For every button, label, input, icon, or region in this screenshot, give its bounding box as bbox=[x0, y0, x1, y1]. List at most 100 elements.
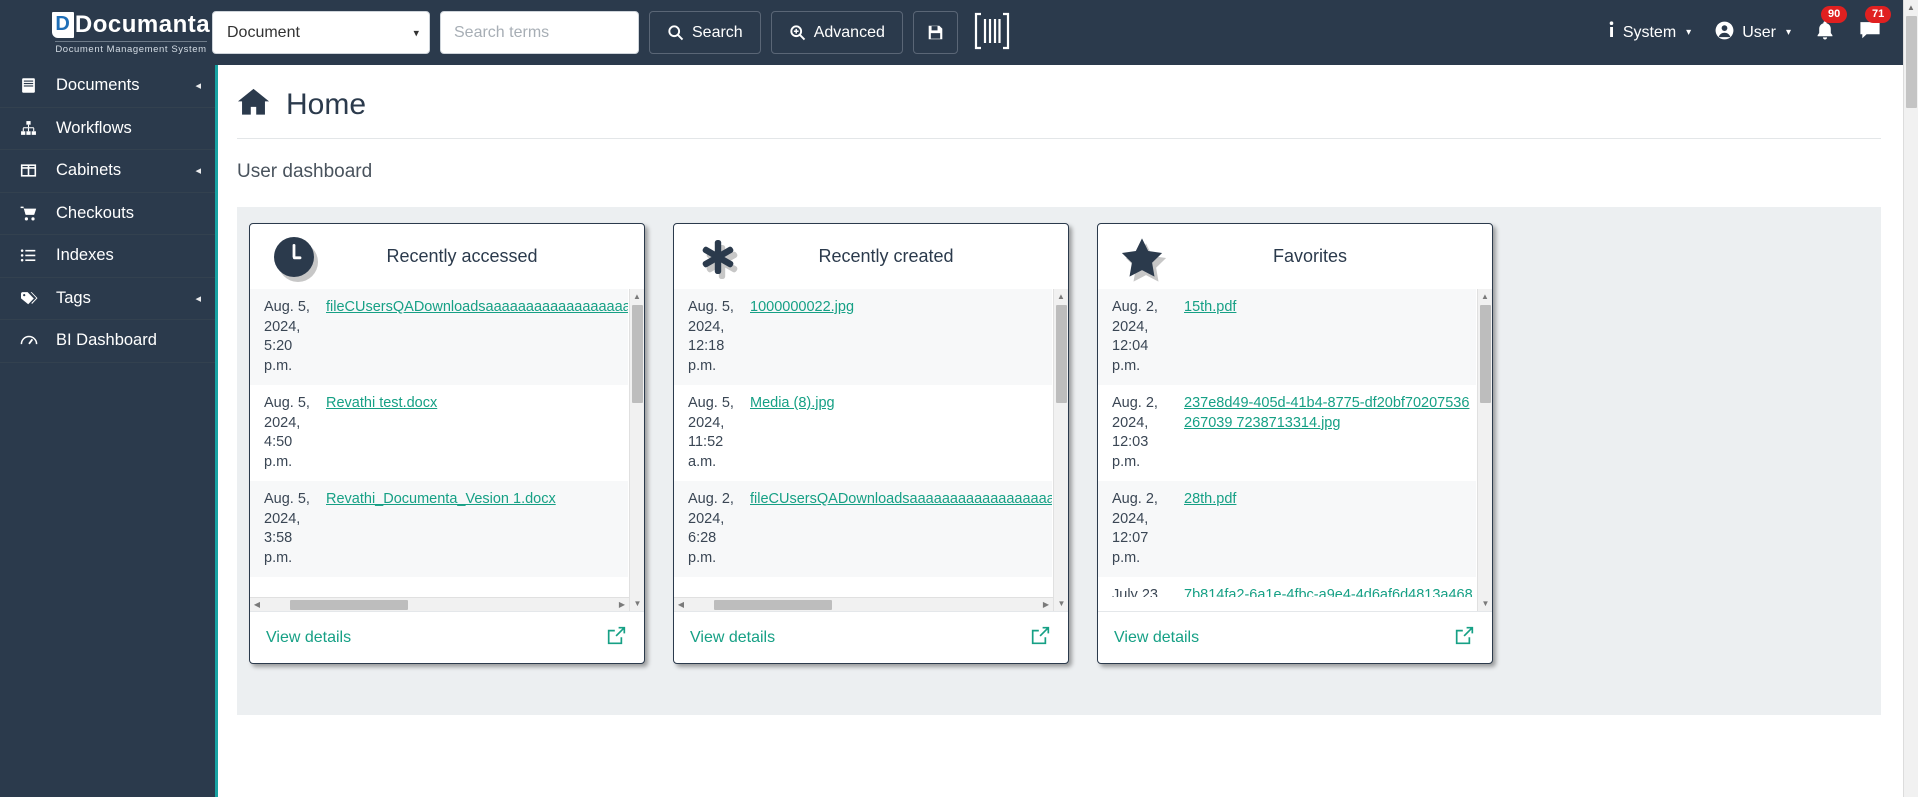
view-details-link[interactable]: View details bbox=[266, 629, 351, 647]
sidebar-item-label: BI Dashboard bbox=[56, 331, 201, 350]
item-name: fileCUsersQADownloadsaaaaaaaaaaaaaaaaaaa… bbox=[326, 298, 628, 376]
list-item[interactable]: Aug. 2, 2024, 12:03 p.m. 237e8d49-405d-4… bbox=[1098, 385, 1476, 481]
item-date: Aug. 2, 2024, 12:04 p.m. bbox=[1112, 298, 1174, 376]
sidebar-item-tags[interactable]: Tags ◂ bbox=[0, 278, 215, 321]
sidebar-item-label: Checkouts bbox=[56, 204, 201, 223]
card-vertical-scrollbar[interactable]: ▲ ▼ bbox=[1477, 289, 1492, 611]
document-link[interactable]: fileCUsersQADownloadsaaaaaaaaaaaaaaaaaaa… bbox=[326, 299, 628, 315]
view-details-link[interactable]: View details bbox=[690, 629, 775, 647]
scroll-up-arrow[interactable]: ▲ bbox=[1478, 289, 1492, 304]
card-vertical-scrollbar[interactable]: ▲ ▼ bbox=[629, 289, 644, 611]
scroll-up-arrow[interactable]: ▲ bbox=[1054, 289, 1068, 304]
barcode-scan-button[interactable] bbox=[970, 10, 1014, 55]
messages-button[interactable]: 71 bbox=[1859, 20, 1881, 45]
card-header: Recently accessed bbox=[250, 224, 644, 289]
scroll-track[interactable] bbox=[688, 598, 1039, 611]
sidebar-item-checkouts[interactable]: Checkouts bbox=[0, 193, 215, 236]
document-link[interactable]: Revathi test.docx bbox=[326, 395, 437, 411]
view-details-link[interactable]: View details bbox=[1114, 629, 1199, 647]
external-link-icon[interactable] bbox=[1031, 626, 1050, 650]
card-vertical-scrollbar[interactable]: ▲ ▼ bbox=[1053, 289, 1068, 611]
scroll-up-arrow[interactable]: ▲ bbox=[1904, 0, 1918, 15]
list-item[interactable]: Aug. 2, 2024, 12:07 p.m. 28th.pdf bbox=[1098, 481, 1476, 577]
external-link-icon[interactable] bbox=[607, 626, 626, 650]
search-button[interactable]: Search bbox=[649, 11, 761, 54]
dashboard-cards: Recently accessed Aug. 5, 2024, 5:20 p.m… bbox=[237, 207, 1881, 715]
advanced-search-button[interactable]: Advanced bbox=[771, 11, 903, 54]
card-horizontal-scrollbar[interactable]: ◀ ▶ bbox=[674, 597, 1053, 611]
sidebar-item-documents[interactable]: Documents ◂ bbox=[0, 65, 215, 108]
card-row-list: Aug. 2, 2024, 12:04 p.m. 15th.pdf Aug. 2… bbox=[1098, 289, 1476, 597]
chat-bubble-icon bbox=[1859, 20, 1881, 45]
search-plus-icon bbox=[789, 24, 806, 41]
card-recently-accessed: Recently accessed Aug. 5, 2024, 5:20 p.m… bbox=[249, 223, 645, 664]
list-item[interactable]: Aug. 2, 2024, 6:28 p.m. fileCUsersQADown… bbox=[674, 481, 1052, 577]
search-button-label: Search bbox=[692, 24, 743, 42]
item-date: Aug. 5, 2024, 12:18 p.m. bbox=[688, 298, 740, 376]
scroll-thumb[interactable] bbox=[632, 305, 643, 403]
scroll-thumb[interactable] bbox=[1480, 305, 1491, 403]
document-link[interactable]: 15th.pdf bbox=[1184, 299, 1236, 315]
scroll-thumb[interactable] bbox=[1906, 16, 1917, 108]
card-row-list: Aug. 5, 2024, 12:18 p.m. 1000000022.jpg … bbox=[674, 289, 1052, 597]
document-link[interactable]: 237e8d49-405d-41b4-8775-df20bf7020753626… bbox=[1184, 395, 1469, 431]
tag-icon bbox=[20, 290, 46, 307]
brand-name: Documanta bbox=[75, 11, 210, 39]
document-link[interactable]: 1000000022.jpg bbox=[750, 299, 854, 315]
user-menu[interactable]: User ▾ bbox=[1715, 21, 1791, 45]
document-link[interactable]: fileCUsersQADownloadsaaaaaaaaaaaaaaaaaaa… bbox=[750, 491, 1052, 507]
scroll-up-arrow[interactable]: ▲ bbox=[630, 289, 644, 304]
scroll-down-arrow[interactable]: ▼ bbox=[1054, 596, 1068, 611]
list-item[interactable]: Aug. 5, 2024, 11:52 a.m. Media (8).jpg bbox=[674, 385, 1052, 481]
item-name: 15th.pdf bbox=[1184, 298, 1476, 376]
scroll-thumb[interactable] bbox=[290, 600, 408, 610]
main-content: Home User dashboard Recently accessed bbox=[215, 65, 1903, 797]
clock-icon bbox=[272, 235, 316, 279]
notifications-button[interactable]: 90 bbox=[1815, 20, 1835, 46]
document-type-select[interactable]: Document bbox=[212, 11, 430, 54]
card-footer: View details bbox=[674, 611, 1068, 663]
document-link[interactable]: Media (8).jpg bbox=[750, 395, 835, 411]
card-title: Favorites bbox=[1164, 246, 1482, 267]
scroll-thumb[interactable] bbox=[1056, 305, 1067, 403]
system-menu-label: System bbox=[1623, 24, 1676, 42]
scroll-thumb[interactable] bbox=[714, 600, 832, 610]
list-item[interactable]: Aug. 5, 2024, 5:20 p.m. fileCUsersQADown… bbox=[250, 289, 628, 385]
list-item[interactable]: Aug. 2, 2024, 12:04 p.m. 15th.pdf bbox=[1098, 289, 1476, 385]
top-toolbar: D Documanta Document Management System D… bbox=[0, 0, 1903, 65]
notifications-badge: 90 bbox=[1821, 6, 1847, 23]
card-horizontal-scrollbar[interactable]: ◀ ▶ bbox=[250, 597, 629, 611]
list-item[interactable]: July 23, 2024, 7b814fa2-6a1e-4fbc-a9e4-4… bbox=[1098, 577, 1476, 597]
save-search-button[interactable] bbox=[913, 11, 958, 54]
sidebar-item-label: Indexes bbox=[56, 246, 201, 265]
bell-icon bbox=[1815, 20, 1835, 46]
item-date: Aug. 2, 2024, 12:07 p.m. bbox=[1112, 490, 1174, 568]
scroll-left-arrow[interactable]: ◀ bbox=[250, 600, 264, 609]
item-date: Aug. 5, 2024, 3:58 p.m. bbox=[264, 490, 316, 568]
list-item[interactable]: Aug. 5, 2024, 4:50 p.m. Revathi test.doc… bbox=[250, 385, 628, 481]
scroll-right-arrow[interactable]: ▶ bbox=[615, 600, 629, 609]
system-menu[interactable]: System ▾ bbox=[1608, 21, 1691, 44]
card-header: Recently created bbox=[674, 224, 1068, 289]
sidebar-item-workflows[interactable]: Workflows bbox=[0, 108, 215, 151]
sidebar-item-bi-dashboard[interactable]: BI Dashboard bbox=[0, 320, 215, 363]
sidebar-item-cabinets[interactable]: Cabinets ◂ bbox=[0, 150, 215, 193]
scroll-down-arrow[interactable]: ▼ bbox=[630, 596, 644, 611]
external-link-icon[interactable] bbox=[1455, 626, 1474, 650]
document-link[interactable]: Revathi_Documenta_Vesion 1.docx bbox=[326, 491, 556, 507]
list-item[interactable]: Aug. 5, 2024, 12:18 p.m. 1000000022.jpg bbox=[674, 289, 1052, 385]
scroll-left-arrow[interactable]: ◀ bbox=[674, 600, 688, 609]
sidebar-item-indexes[interactable]: Indexes bbox=[0, 235, 215, 278]
document-link[interactable]: 7b814fa2-6a1e-4fbc-a9e4-4d6af6d4813a4687… bbox=[1184, 587, 1473, 597]
list-item[interactable]: Aug. 5, 2024, 3:58 p.m. Revathi_Document… bbox=[250, 481, 628, 577]
scroll-track[interactable] bbox=[264, 598, 615, 611]
document-link[interactable]: 28th.pdf bbox=[1184, 491, 1236, 507]
scroll-down-arrow[interactable]: ▼ bbox=[1478, 596, 1492, 611]
page-vertical-scrollbar[interactable]: ▲ bbox=[1903, 0, 1918, 797]
card-recently-created: Recently created Aug. 5, 2024, 12:18 p.m… bbox=[673, 223, 1069, 664]
search-input[interactable] bbox=[440, 11, 639, 54]
scroll-right-arrow[interactable]: ▶ bbox=[1039, 600, 1053, 609]
info-icon bbox=[1608, 21, 1615, 44]
star-icon bbox=[1120, 235, 1164, 279]
dashboard-icon bbox=[20, 332, 46, 349]
